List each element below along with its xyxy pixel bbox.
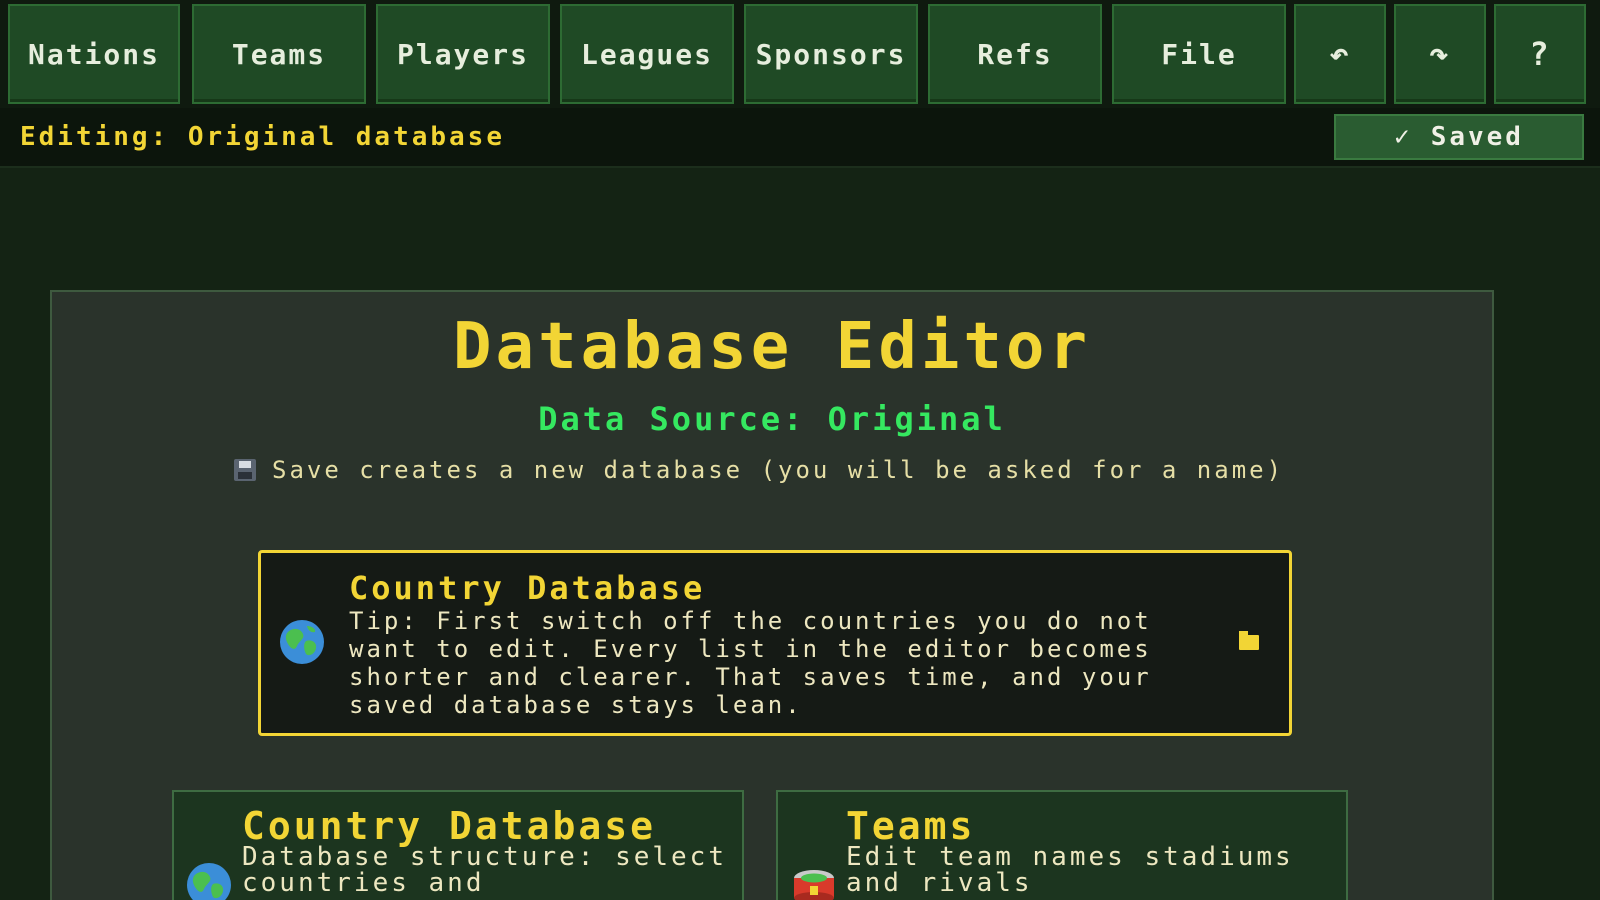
status-bar: Editing: Original database ✓ Saved bbox=[0, 108, 1600, 168]
card-text: Database structure: select countries and bbox=[242, 842, 727, 898]
nav-nations-button[interactable]: Nations bbox=[8, 4, 180, 104]
stadium-icon bbox=[794, 870, 834, 900]
undo-icon: ↶ bbox=[1329, 35, 1351, 73]
undo-button[interactable]: ↶ bbox=[1294, 4, 1386, 104]
nav-file-button[interactable]: File bbox=[1112, 4, 1286, 104]
editing-label: Editing: Original database bbox=[20, 122, 505, 152]
country-database-card[interactable]: Country Database Database structure: sel… bbox=[172, 790, 744, 900]
nav-players-button[interactable]: Players bbox=[376, 4, 550, 104]
top-nav: Nations Teams Players Leagues Sponsors R… bbox=[0, 0, 1600, 108]
redo-icon: ↷ bbox=[1429, 35, 1451, 73]
help-button[interactable]: ? bbox=[1494, 4, 1586, 104]
nav-leagues-button[interactable]: Leagues bbox=[560, 4, 734, 104]
saved-label: Saved bbox=[1430, 122, 1524, 152]
data-source-label: Data Source: Original bbox=[538, 400, 1006, 438]
check-icon: ✓ bbox=[1394, 122, 1413, 152]
page-title: Database Editor bbox=[453, 310, 1091, 384]
globe-icon bbox=[280, 620, 324, 664]
globe-icon bbox=[187, 863, 231, 900]
help-icon: ? bbox=[1529, 35, 1551, 73]
tip-card-text: Tip: First switch off the countries you … bbox=[349, 607, 1152, 719]
country-database-tip-card[interactable]: Country Database Tip: First switch off t… bbox=[258, 550, 1292, 736]
floppy-disk-icon bbox=[234, 459, 256, 481]
main-panel: Database Editor Data Source: Original Sa… bbox=[50, 290, 1494, 900]
folder-icon bbox=[1239, 631, 1259, 650]
card-text: Edit team names stadiums and rivals bbox=[846, 842, 1294, 898]
nav-teams-button[interactable]: Teams bbox=[192, 4, 366, 104]
save-note-text: Save creates a new database (you will be… bbox=[272, 456, 1285, 484]
tip-card-title: Country Database bbox=[349, 569, 706, 607]
redo-button[interactable]: ↷ bbox=[1394, 4, 1486, 104]
teams-card[interactable]: Teams Edit team names stadiums and rival… bbox=[776, 790, 1348, 900]
nav-refs-button[interactable]: Refs bbox=[928, 4, 1102, 104]
nav-sponsors-button[interactable]: Sponsors bbox=[744, 4, 918, 104]
save-note: Save creates a new database (you will be… bbox=[234, 456, 1334, 484]
saved-status-badge: ✓ Saved bbox=[1334, 114, 1584, 160]
